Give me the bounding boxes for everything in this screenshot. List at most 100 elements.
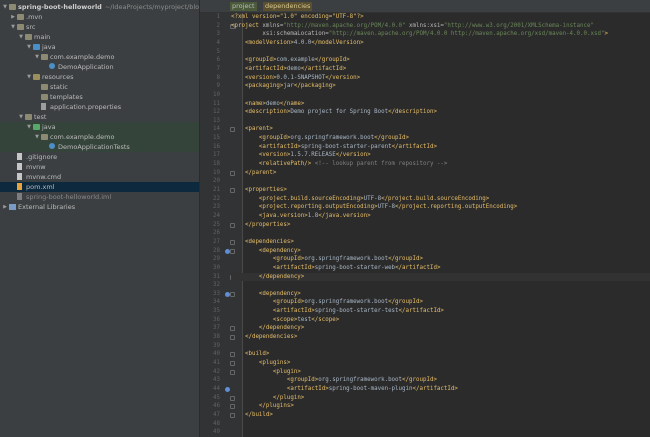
code-line[interactable] — [231, 428, 650, 437]
tree-item[interactable]: ▼ java — [0, 122, 199, 132]
tree-item-label: static — [50, 83, 68, 91]
tree-item[interactable]: ▼ java — [0, 42, 199, 52]
breadcrumb-dependencies[interactable]: dependencies — [263, 2, 313, 11]
code-line[interactable]: <plugin> — [231, 368, 650, 377]
code-line[interactable]: <groupId>org.springframework.boot</group… — [231, 376, 650, 385]
code-line[interactable]: <relativePath/> <!-- lookup parent from … — [231, 160, 650, 169]
code-line[interactable]: <java.version>1.8</java.version> — [231, 212, 650, 221]
tree-item[interactable]: ▼ src — [0, 22, 199, 32]
code-line[interactable]: </dependency> — [231, 272, 650, 282]
code-line[interactable]: <build> — [231, 350, 650, 359]
code-line[interactable]: <dependencies> — [231, 238, 650, 247]
maven-dependency-icon[interactable] — [225, 386, 230, 392]
code-line[interactable]: <groupId>org.springframework.boot</group… — [231, 134, 650, 143]
maven-dependency-icon[interactable] — [225, 248, 230, 254]
tree-item-label: mvnw.cmd — [26, 173, 62, 181]
tree-item[interactable]: DemoApplicationTests — [0, 142, 199, 152]
breadcrumb-project[interactable]: project — [230, 2, 257, 11]
tree-item-label: java — [42, 123, 56, 131]
code-line[interactable]: <version>0.0.1-SNAPSHOT</version> — [231, 74, 650, 83]
code-line[interactable] — [231, 281, 650, 290]
code-line[interactable]: <plugins> — [231, 359, 650, 368]
tree-item[interactable]: ▶ .mvn — [0, 12, 199, 22]
code-line[interactable]: <properties> — [231, 186, 650, 195]
code-line[interactable]: <groupId>org.springframework.boot</group… — [231, 255, 650, 264]
line-number: 7 — [216, 65, 221, 72]
tree-root[interactable]: ▼ spring-boot-helloworld ~/IdeaProjects/m… — [0, 2, 199, 12]
code-line[interactable]: <packaging>jar</packaging> — [231, 82, 650, 91]
code-line[interactable]: xsi:schemaLocation="http://maven.apache.… — [231, 30, 650, 39]
code-line[interactable]: </parent> — [231, 169, 650, 178]
code-line[interactable]: </dependencies> — [231, 333, 650, 342]
tree-item[interactable]: pom.xml — [0, 182, 199, 192]
code-line[interactable]: <parent> — [231, 125, 650, 134]
code-line[interactable]: <groupId>com.example</groupId> — [231, 56, 650, 65]
code-line[interactable] — [231, 229, 650, 238]
code-token: </scope> — [311, 316, 340, 323]
tree-item[interactable]: ▼ test — [0, 112, 199, 122]
tree-item[interactable]: spring-boot-helloworld.iml — [0, 192, 199, 202]
folder-icon — [25, 114, 32, 120]
chevron-down-icon[interactable]: ▼ — [18, 32, 24, 42]
chevron-down-icon[interactable]: ▼ — [10, 22, 16, 32]
code-line[interactable]: <dependency> — [231, 290, 650, 299]
chevron-down-icon[interactable]: ▼ — [26, 72, 32, 82]
tree-item[interactable]: .gitignore — [0, 152, 199, 162]
code-line[interactable]: </properties> — [231, 221, 650, 230]
code-line[interactable]: <artifactId>spring-boot-starter-web</art… — [231, 264, 650, 273]
code-line[interactable]: <version>1.5.7.RELEASE</version> — [231, 151, 650, 160]
tree-item[interactable]: ▼ main — [0, 32, 199, 42]
code-line[interactable]: <dependency> — [231, 247, 650, 256]
tree-item[interactable]: ▼ com.example.demo — [0, 132, 199, 142]
chevron-down-icon[interactable]: ▼ — [34, 132, 40, 142]
chevron-down-icon[interactable]: ▼ — [26, 42, 32, 52]
code-line[interactable]: <project.build.sourceEncoding>UTF-8</pro… — [231, 195, 650, 204]
line-number: 31 — [213, 273, 220, 280]
maven-dependency-icon[interactable] — [225, 291, 230, 297]
code-line[interactable]: <artifactId>spring-boot-starter-parent</… — [231, 143, 650, 152]
code-line[interactable]: <artifactId>spring-boot-starter-test</ar… — [231, 307, 650, 316]
code-line[interactable]: <groupId>org.springframework.boot</group… — [231, 298, 650, 307]
tree-item[interactable]: ▶ External Libraries — [0, 202, 199, 212]
line-number: 27 — [213, 238, 220, 245]
code-line[interactable]: <modelVersion>4.0.0</modelVersion> — [231, 39, 650, 48]
code-line[interactable]: <name>demo</name> — [231, 100, 650, 109]
code-line[interactable]: </build> — [231, 411, 650, 420]
code-token: </version> — [335, 152, 371, 159]
chevron-right-icon[interactable]: ▶ — [2, 202, 8, 212]
code-line[interactable]: <description>Demo project for Spring Boo… — [231, 108, 650, 117]
tree-item[interactable]: ▼ resources — [0, 72, 199, 82]
code-line[interactable] — [231, 91, 650, 100]
code-line[interactable] — [231, 342, 650, 351]
code-line[interactable]: </plugins> — [231, 402, 650, 411]
code-line[interactable]: <scope>test</scope> — [231, 316, 650, 325]
code-line[interactable]: <project.reporting.outputEncoding>UTF-8<… — [231, 203, 650, 212]
chevron-down-icon[interactable]: ▼ — [2, 2, 8, 12]
tree-item[interactable]: mvnw — [0, 162, 199, 172]
code-line[interactable]: <artifactId>spring-boot-maven-plugin</ar… — [231, 385, 650, 394]
code-line[interactable]: <artifactId>demo</artifactId> — [231, 65, 650, 74]
line-number: 4 — [216, 39, 221, 46]
code-area[interactable]: <?xml version="1.0" encoding="UTF-8"?> <p… — [231, 13, 650, 437]
tree-item[interactable]: DemoApplication — [0, 62, 199, 72]
code-line[interactable]: </plugin> — [231, 394, 650, 403]
chevron-down-icon[interactable]: ▼ — [26, 122, 32, 132]
chevron-down-icon[interactable]: ▼ — [18, 112, 24, 122]
tree-item[interactable]: static — [0, 82, 199, 92]
code-line[interactable]: </dependency> — [231, 324, 650, 333]
code-line[interactable]: <project xmlns="http://maven.apache.org/… — [231, 22, 650, 31]
tree-item[interactable]: mvnw.cmd — [0, 172, 199, 182]
code-line[interactable] — [231, 117, 650, 126]
code-line[interactable] — [231, 420, 650, 429]
code-token: <plugin> — [272, 368, 301, 375]
tree-item[interactable]: application.properties — [0, 102, 199, 112]
code-line[interactable] — [231, 48, 650, 57]
code-line[interactable] — [231, 177, 650, 186]
tree-item[interactable]: templates — [0, 92, 199, 102]
code-line[interactable]: <?xml version="1.0" encoding="UTF-8"?> — [231, 13, 650, 22]
chevron-down-icon[interactable]: ▼ — [34, 52, 40, 62]
chevron-right-icon[interactable]: ▶ — [10, 12, 16, 22]
tree-item[interactable]: ▼ com.example.demo — [0, 52, 199, 62]
